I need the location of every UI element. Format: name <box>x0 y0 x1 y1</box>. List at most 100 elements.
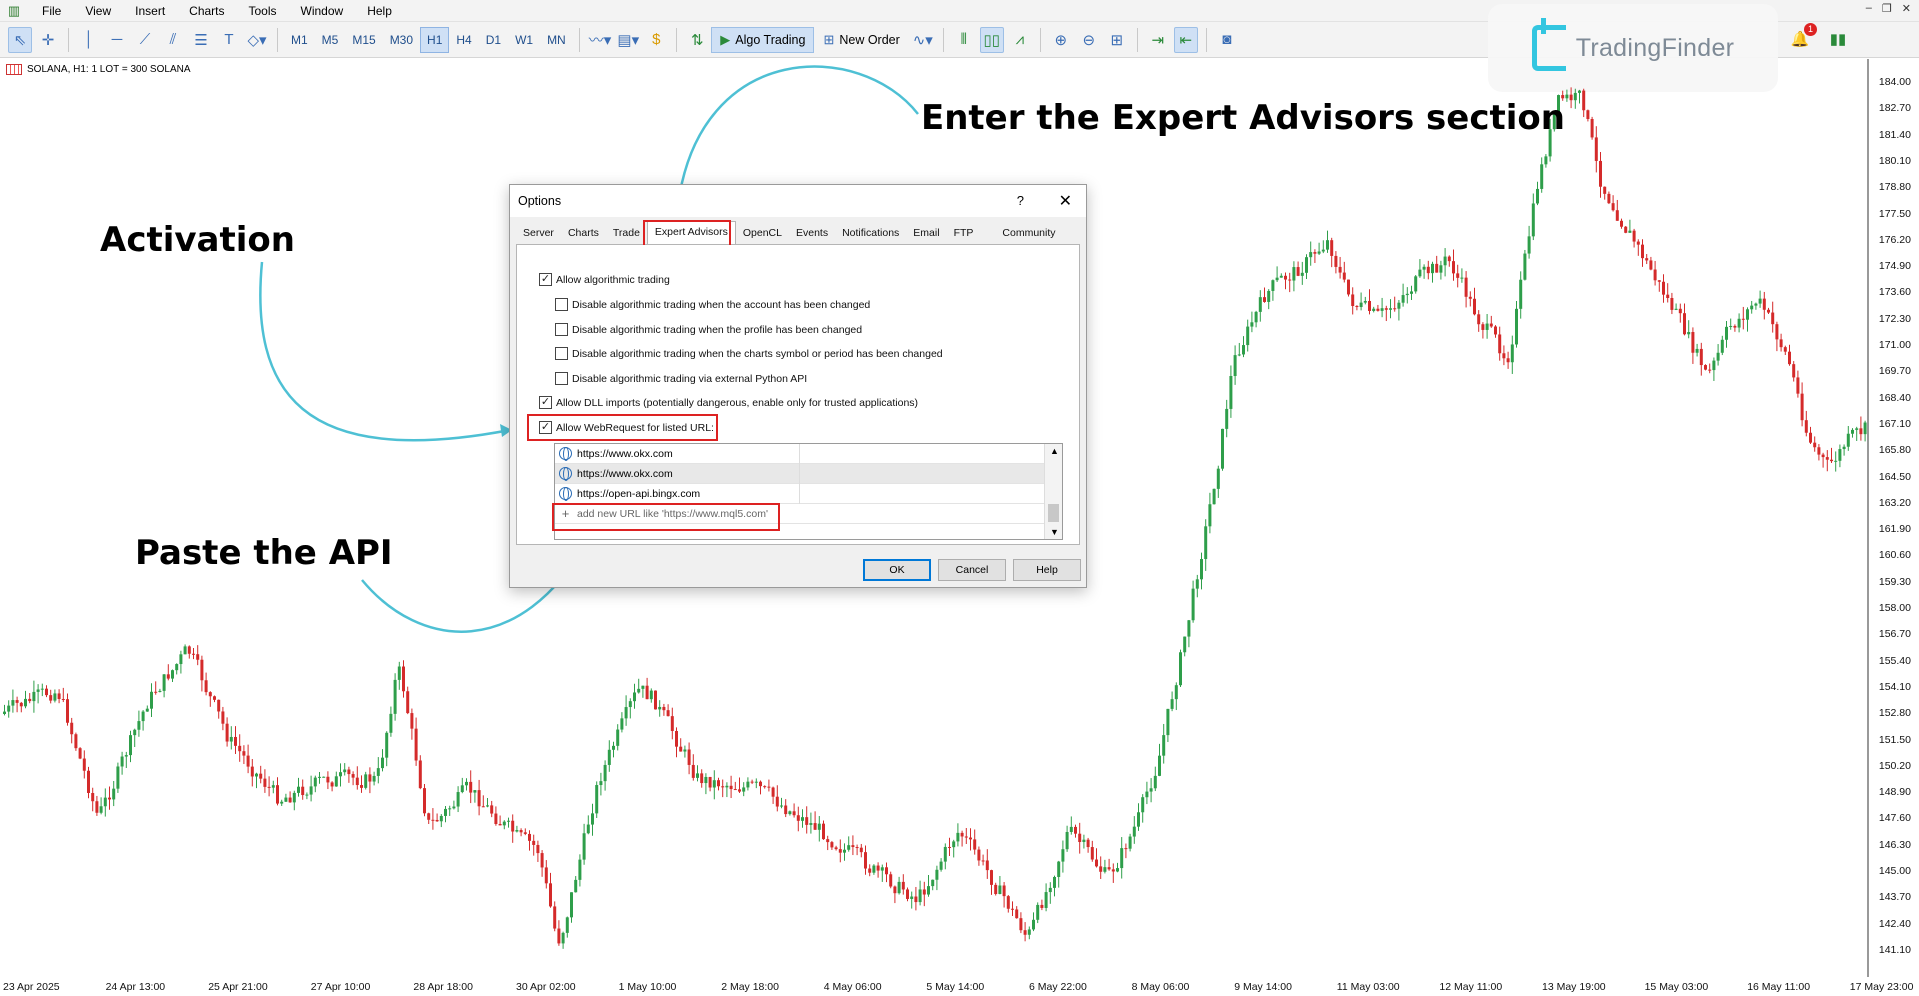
candle-body <box>187 646 191 654</box>
minimize-button[interactable]: – <box>1866 2 1872 15</box>
text-tool-button[interactable]: T <box>217 27 241 53</box>
timeframe-h4[interactable]: H4 <box>449 27 478 53</box>
checkbox-disable-profile-changed[interactable] <box>555 323 568 336</box>
candle-body <box>565 917 569 933</box>
ok-button[interactable]: OK <box>863 559 931 581</box>
menu-tools[interactable]: Tools <box>237 0 289 22</box>
menu-charts[interactable]: Charts <box>177 0 236 22</box>
checkbox-disable-symbol-changed[interactable] <box>555 347 568 360</box>
trendline-tool-button[interactable]: ⟋ <box>133 27 157 53</box>
tab-community[interactable]: Community <box>995 223 1062 244</box>
candle-body <box>19 702 23 707</box>
channel-tool-button[interactable]: ⫽ <box>161 27 185 53</box>
url-list-item[interactable]: https://open-api.bingx.com <box>555 484 1044 504</box>
strategy-tester-button[interactable]: ⇅ <box>685 27 709 53</box>
url-list-scrollbar[interactable]: ▲ ▼ <box>1044 444 1062 539</box>
new-order-button[interactable]: ⊞ New Order <box>814 27 908 53</box>
globe-icon <box>559 467 572 481</box>
option-disable-symbol-changed[interactable]: Disable algorithmic trading when the cha… <box>555 347 943 360</box>
option-disable-python-api[interactable]: Disable algorithmic trading via external… <box>555 372 807 385</box>
tab-email[interactable]: Email <box>906 223 946 244</box>
checkbox-disable-python-api[interactable] <box>555 372 568 385</box>
candle-body <box>1586 110 1590 120</box>
fibonacci-tool-button[interactable]: ☰ <box>189 27 213 53</box>
menu-file[interactable]: File <box>30 0 73 22</box>
tab-server[interactable]: Server <box>516 223 561 244</box>
scroll-down-icon[interactable]: ▼ <box>1050 527 1059 537</box>
candle-body <box>725 785 729 788</box>
timeframe-d1[interactable]: D1 <box>479 27 508 53</box>
price-axis-label: 158.00 <box>1878 602 1911 614</box>
algo-trading-button[interactable]: ▶ Algo Trading <box>711 26 815 53</box>
tile-windows-button[interactable]: ⊞ <box>1105 27 1129 53</box>
candle-body <box>523 832 527 834</box>
candle-body <box>599 781 603 786</box>
tab-ftp[interactable]: FTP <box>947 223 996 244</box>
option-disable-account-changed[interactable]: Disable algorithmic trading when the acc… <box>555 298 870 311</box>
tab-notifications[interactable]: Notifications <box>835 223 906 244</box>
candle-body <box>612 745 615 750</box>
candle-body <box>1376 308 1380 311</box>
menu-window[interactable]: Window <box>289 0 356 22</box>
restore-button[interactable]: ❐ <box>1882 2 1892 15</box>
menu-view[interactable]: View <box>73 0 123 22</box>
menu-help[interactable]: Help <box>355 0 404 22</box>
notifications-button[interactable]: 🔔 1 <box>1788 23 1817 52</box>
screenshot-button[interactable]: ◙ <box>1215 27 1239 53</box>
checkbox-allow-dll-imports[interactable]: ✓ <box>539 396 552 409</box>
market-button[interactable]: $ <box>644 27 668 53</box>
timeframe-h1[interactable]: H1 <box>420 26 450 53</box>
line-button[interactable]: ⩘ <box>1008 27 1032 53</box>
vertical-line-tool-button[interactable]: │ <box>77 27 101 53</box>
dialog-close-icon[interactable]: ✕ <box>1059 191 1072 211</box>
timeframe-m30[interactable]: M30 <box>383 27 420 53</box>
scroll-up-icon[interactable]: ▲ <box>1050 446 1059 456</box>
candle-body <box>1137 812 1140 827</box>
scroll-thumb[interactable] <box>1048 504 1059 522</box>
candlestick-button[interactable]: ▯▯ <box>979 26 1004 53</box>
crosshair-tool-button[interactable]: ✛ <box>36 27 60 53</box>
globe-icon <box>559 487 572 501</box>
candle-body <box>586 824 590 834</box>
checkbox-allow-algo-trading[interactable]: ✓ <box>539 273 552 286</box>
zoom-out-button[interactable]: ⊖ <box>1077 27 1101 53</box>
tab-events[interactable]: Events <box>789 223 835 244</box>
chart-type-button[interactable]: 〰▾ <box>588 27 613 53</box>
tab-charts[interactable]: Charts <box>561 223 606 244</box>
option-allow-dll-imports[interactable]: ✓ Allow DLL imports (potentially dangero… <box>539 396 918 409</box>
timeframe-m1[interactable]: M1 <box>284 27 315 53</box>
cancel-button[interactable]: Cancel <box>938 559 1006 581</box>
candle-body <box>1636 241 1640 245</box>
candle-body <box>1090 847 1094 860</box>
chart-shift-button[interactable]: ⇤ <box>1173 26 1198 53</box>
cursor-tool-button[interactable]: ⇖ <box>8 26 32 53</box>
timeframe-mn[interactable]: MN <box>540 27 573 53</box>
checkbox-disable-account-changed[interactable] <box>555 298 568 311</box>
bar-chart-button[interactable]: ⫴ <box>952 27 976 53</box>
close-window-button[interactable]: ✕ <box>1902 2 1911 15</box>
url-list-item[interactable]: https://www.okx.com <box>555 444 1044 464</box>
candle-body <box>490 805 494 814</box>
zoom-in-button[interactable]: ⊕ <box>1049 27 1073 53</box>
autoscroll-button[interactable]: ⇥ <box>1146 27 1170 53</box>
candle-body <box>1074 826 1077 834</box>
tab-trade[interactable]: Trade <box>606 223 647 244</box>
url-list-item[interactable]: https://www.okx.com <box>555 464 1044 484</box>
candle-body <box>822 823 825 840</box>
timeframe-w1[interactable]: W1 <box>508 27 540 53</box>
candle-body <box>515 830 519 832</box>
tab-opencl[interactable]: OpenCL <box>736 223 789 244</box>
menu-insert[interactable]: Insert <box>123 0 177 22</box>
horizontal-line-tool-button[interactable]: ─ <box>105 27 129 53</box>
help-button[interactable]: Help <box>1013 559 1081 581</box>
option-disable-profile-changed[interactable]: Disable algorithmic trading when the pro… <box>555 323 862 336</box>
option-allow-algo-trading[interactable]: ✓ Allow algorithmic trading <box>539 273 670 286</box>
dialog-help-icon[interactable]: ? <box>1017 193 1024 208</box>
candle-body <box>1788 351 1791 365</box>
signal-strength-button[interactable]: ▮▮ <box>1826 26 1850 52</box>
shapes-tool-button[interactable]: ◇▾ <box>245 27 269 53</box>
timeframe-m5[interactable]: M5 <box>315 27 346 53</box>
templates-button[interactable]: ▤▾ <box>616 27 640 53</box>
indicators-button[interactable]: ∿▾ <box>911 27 935 53</box>
timeframe-m15[interactable]: M15 <box>345 27 382 53</box>
